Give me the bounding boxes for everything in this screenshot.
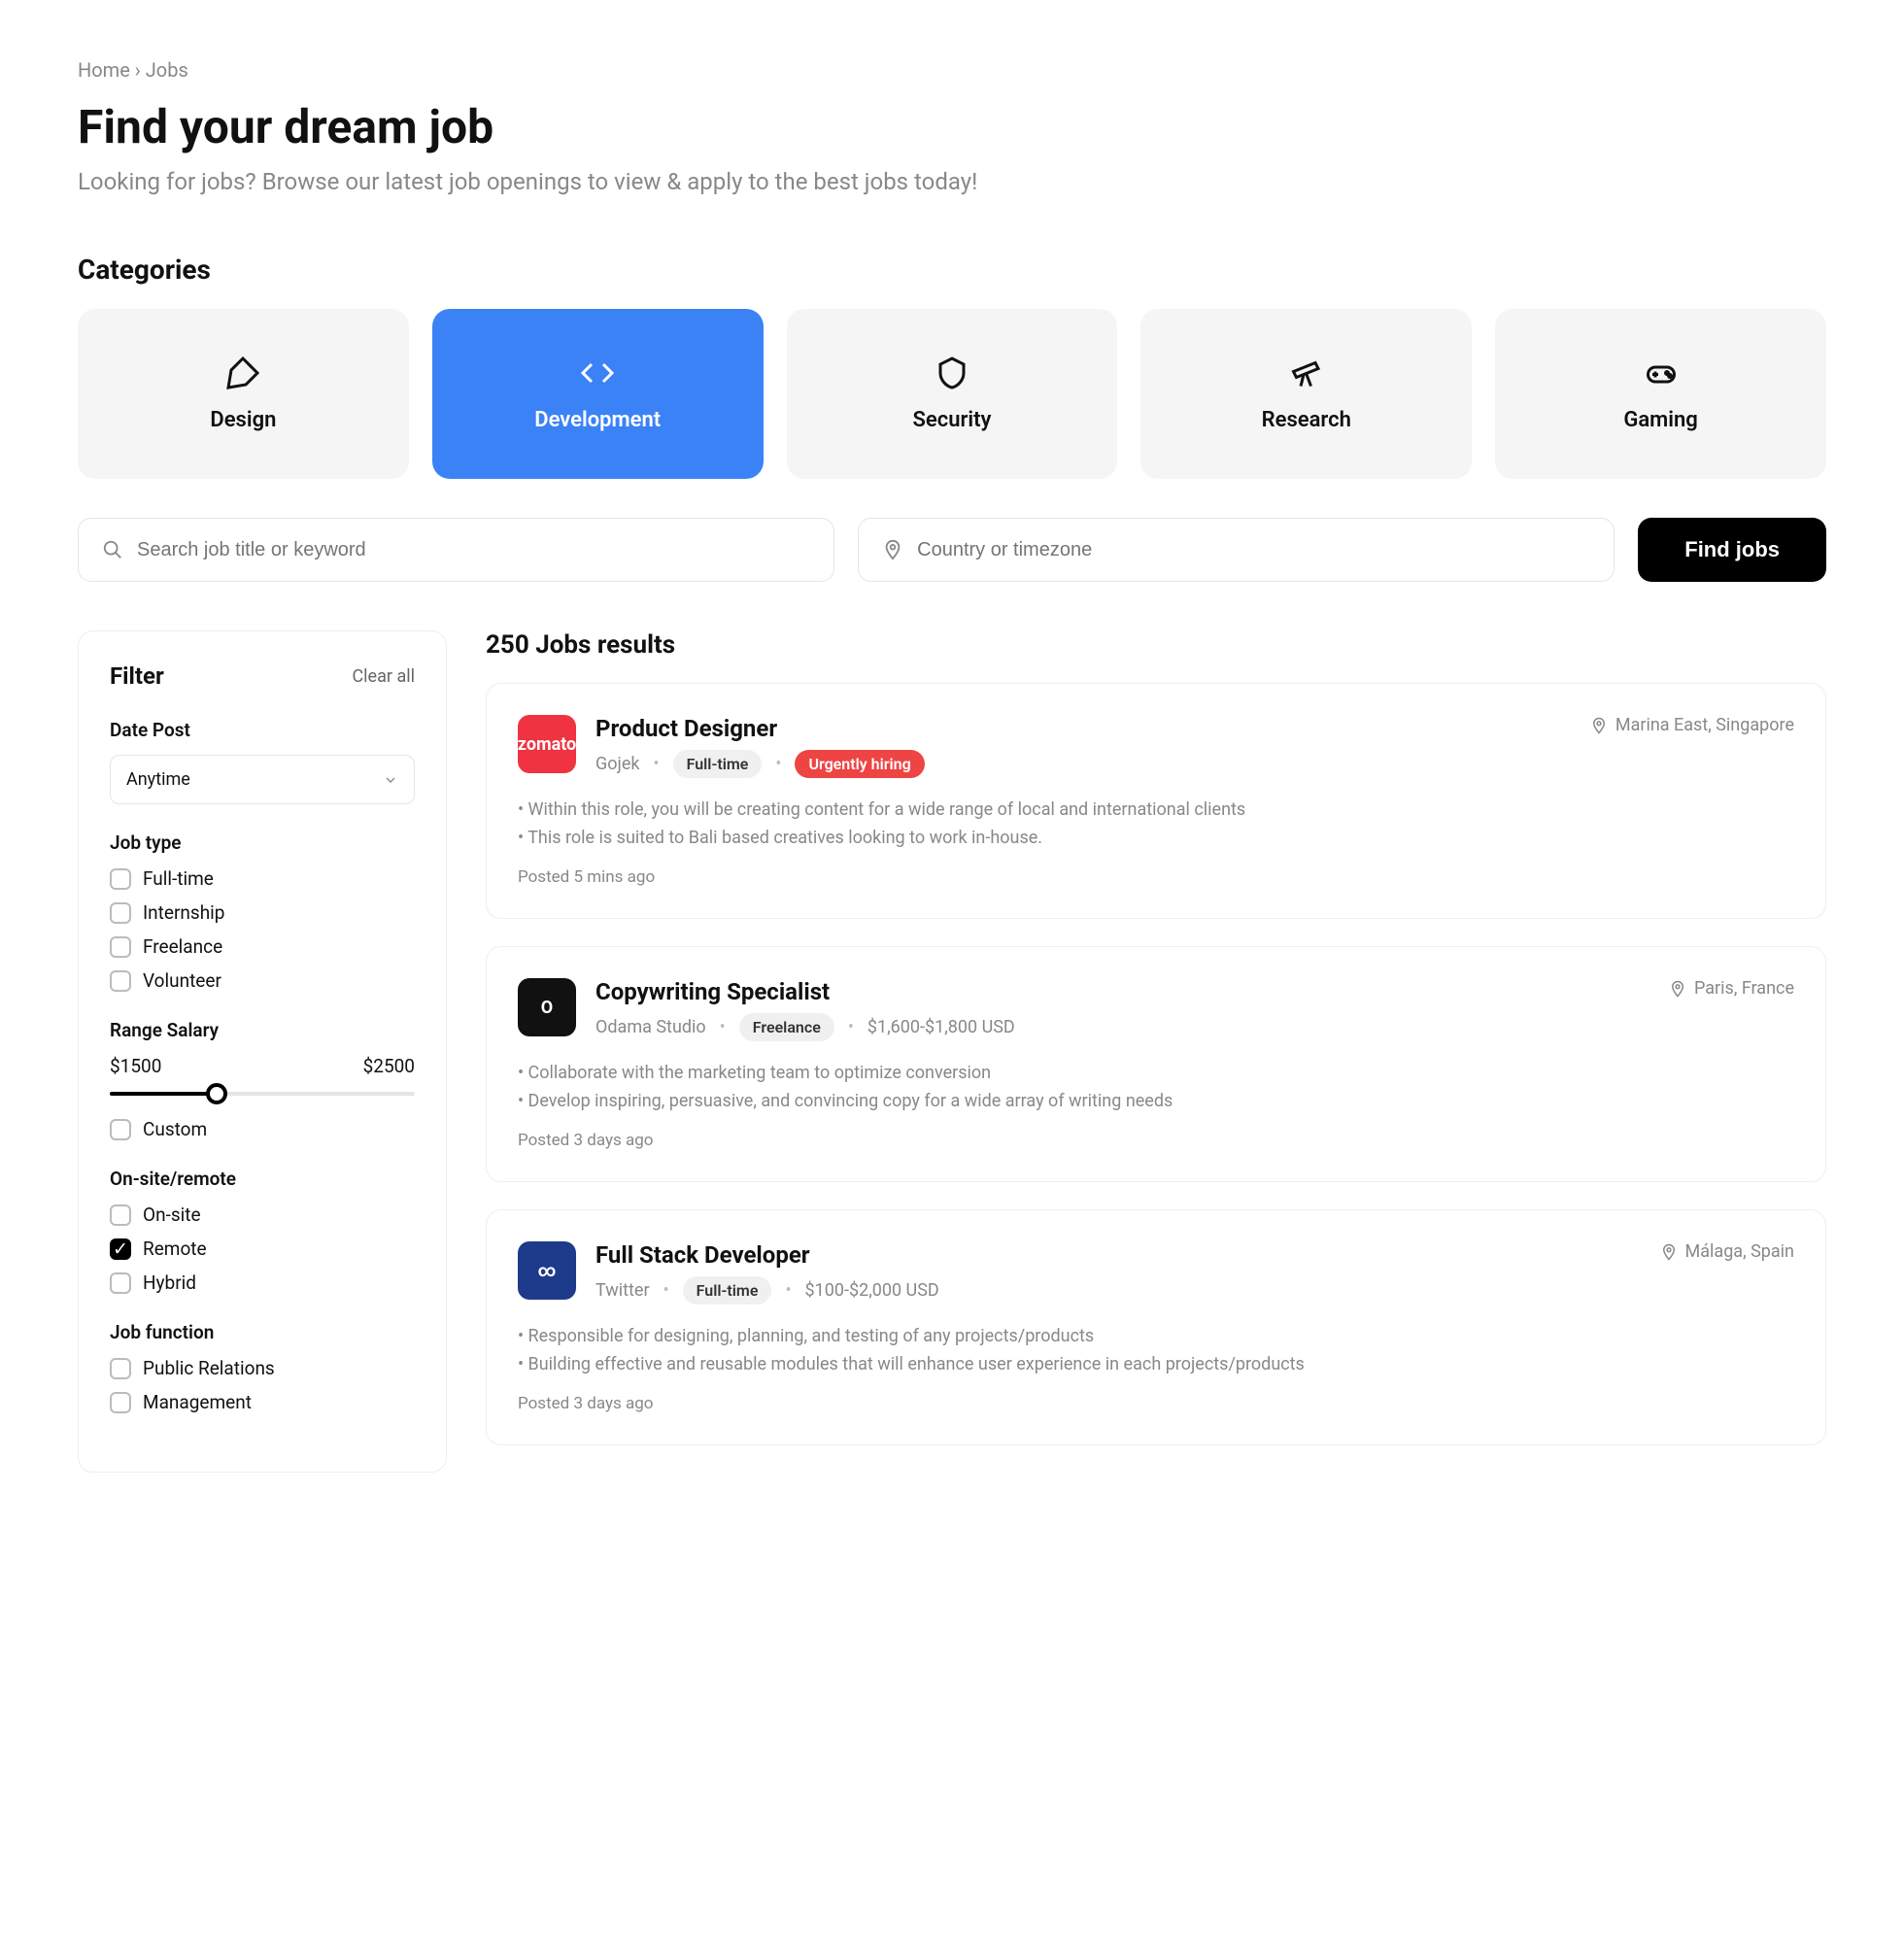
category-label: Security (913, 408, 992, 432)
range-salary-label: Range Salary (110, 1019, 415, 1041)
search-keyword-wrap[interactable] (78, 518, 834, 582)
search-row: Find jobs (78, 518, 1826, 582)
categories-label: Categories (78, 254, 1826, 286)
breadcrumb-sep: › (135, 58, 146, 82)
job-function-label: Job function (110, 1321, 415, 1343)
job-company: Odama Studio (595, 1017, 706, 1037)
breadcrumb-home[interactable]: Home (78, 58, 130, 82)
category-label: Design (210, 408, 276, 432)
urgent-badge: Urgently hiring (795, 750, 924, 778)
date-post-label: Date Post (110, 719, 415, 741)
date-post-value: Anytime (126, 769, 190, 790)
chevron-down-icon (383, 772, 398, 788)
telescope-icon (1289, 356, 1324, 390)
range-min: $1500 (110, 1055, 161, 1077)
job-type-badge: Full-time (673, 750, 763, 778)
job-bullets: Responsible for designing, planning, and… (518, 1326, 1794, 1374)
range-custom[interactable]: Custom (110, 1118, 415, 1140)
filter-panel: Filter Clear all Date Post Anytime Job t… (78, 630, 447, 1473)
pin-icon (882, 539, 903, 560)
job-bullet: Develop inspiring, persuasive, and convi… (518, 1091, 1794, 1111)
job-bullet: Within this role, you will be creating c… (518, 799, 1794, 820)
pen-icon (225, 356, 260, 390)
category-design[interactable]: Design (78, 309, 409, 479)
job-type-volunteer[interactable]: Volunteer (110, 969, 415, 992)
job-location: Málaga, Spain (1660, 1241, 1794, 1262)
job-bullets: Collaborate with the marketing team to o… (518, 1063, 1794, 1111)
pin-icon (1669, 980, 1686, 998)
job-company: Gojek (595, 754, 640, 774)
clear-all-button[interactable]: Clear all (352, 666, 415, 687)
job-posted: Posted 3 days ago (518, 1131, 1794, 1150)
category-label: Research (1262, 408, 1351, 432)
category-label: Gaming (1623, 408, 1697, 432)
search-keyword-input[interactable] (137, 539, 810, 561)
salary-slider[interactable] (110, 1087, 415, 1101)
job-type-freelance[interactable]: Freelance (110, 935, 415, 958)
job-bullets: Within this role, you will be creating c… (518, 799, 1794, 848)
gamepad-icon (1644, 356, 1679, 390)
job-location: Marina East, Singapore (1590, 715, 1794, 735)
company-logo: O (518, 978, 576, 1036)
breadcrumb: Home › Jobs (78, 58, 1826, 82)
job-card[interactable]: Málaga, Spain ∞ Full Stack Developer Twi… (486, 1209, 1826, 1445)
job-location: Paris, France (1669, 978, 1794, 999)
job-function-pr[interactable]: Public Relations (110, 1357, 415, 1379)
job-posted: Posted 5 mins ago (518, 867, 1794, 887)
onsite-option-remote[interactable]: ✓Remote (110, 1238, 415, 1260)
page-title: Find your dream job (78, 99, 1826, 154)
shield-icon (935, 356, 969, 390)
search-location-wrap[interactable] (858, 518, 1615, 582)
job-title: Full Stack Developer (595, 1241, 1794, 1269)
category-gaming[interactable]: Gaming (1495, 309, 1826, 479)
job-posted: Posted 3 days ago (518, 1394, 1794, 1413)
job-card[interactable]: Paris, France O Copywriting Specialist O… (486, 946, 1826, 1182)
page-subtitle: Looking for jobs? Browse our latest job … (78, 168, 1826, 195)
job-type-badge: Full-time (683, 1276, 772, 1305)
job-bullet: Responsible for designing, planning, and… (518, 1326, 1794, 1346)
search-icon (102, 539, 123, 560)
job-salary: $100-$2,000 USD (805, 1280, 939, 1301)
job-title: Copywriting Specialist (595, 978, 1794, 1005)
job-bullet: This role is suited to Bali based creati… (518, 828, 1794, 848)
company-logo: zomato (518, 715, 576, 773)
results-column: 250 Jobs results Marina East, Singapore … (486, 630, 1826, 1473)
filter-title: Filter (110, 662, 164, 690)
search-location-input[interactable] (917, 539, 1590, 561)
pin-icon (1590, 717, 1608, 734)
onsite-remote-label: On-site/remote (110, 1168, 415, 1190)
code-icon (580, 356, 615, 390)
onsite-option-hybrid[interactable]: Hybrid (110, 1272, 415, 1294)
category-label: Development (534, 408, 661, 432)
range-max: $2500 (363, 1055, 415, 1077)
results-title: 250 Jobs results (486, 630, 1826, 660)
company-logo: ∞ (518, 1241, 576, 1300)
date-post-select[interactable]: Anytime (110, 755, 415, 804)
categories-row: Design Development Security Research Gam… (78, 309, 1826, 479)
category-research[interactable]: Research (1140, 309, 1472, 479)
job-card[interactable]: Marina East, Singapore zomato Product De… (486, 683, 1826, 919)
pin-icon (1660, 1243, 1678, 1261)
job-bullet: Collaborate with the marketing team to o… (518, 1063, 1794, 1083)
breadcrumb-current: Jobs (146, 58, 188, 82)
category-security[interactable]: Security (787, 309, 1118, 479)
job-salary: $1,600-$1,800 USD (867, 1017, 1015, 1037)
job-type-internship[interactable]: Internship (110, 901, 415, 924)
find-jobs-button[interactable]: Find jobs (1638, 518, 1826, 582)
job-function-management[interactable]: Management (110, 1391, 415, 1413)
onsite-option-onsite[interactable]: On-site (110, 1204, 415, 1226)
job-type-fulltime[interactable]: Full-time (110, 867, 415, 890)
job-company: Twitter (595, 1280, 650, 1301)
job-type-badge: Freelance (739, 1013, 834, 1041)
job-bullet: Building effective and reusable modules … (518, 1354, 1794, 1374)
category-development[interactable]: Development (432, 309, 764, 479)
slider-thumb[interactable] (206, 1083, 227, 1104)
job-type-label: Job type (110, 831, 415, 854)
